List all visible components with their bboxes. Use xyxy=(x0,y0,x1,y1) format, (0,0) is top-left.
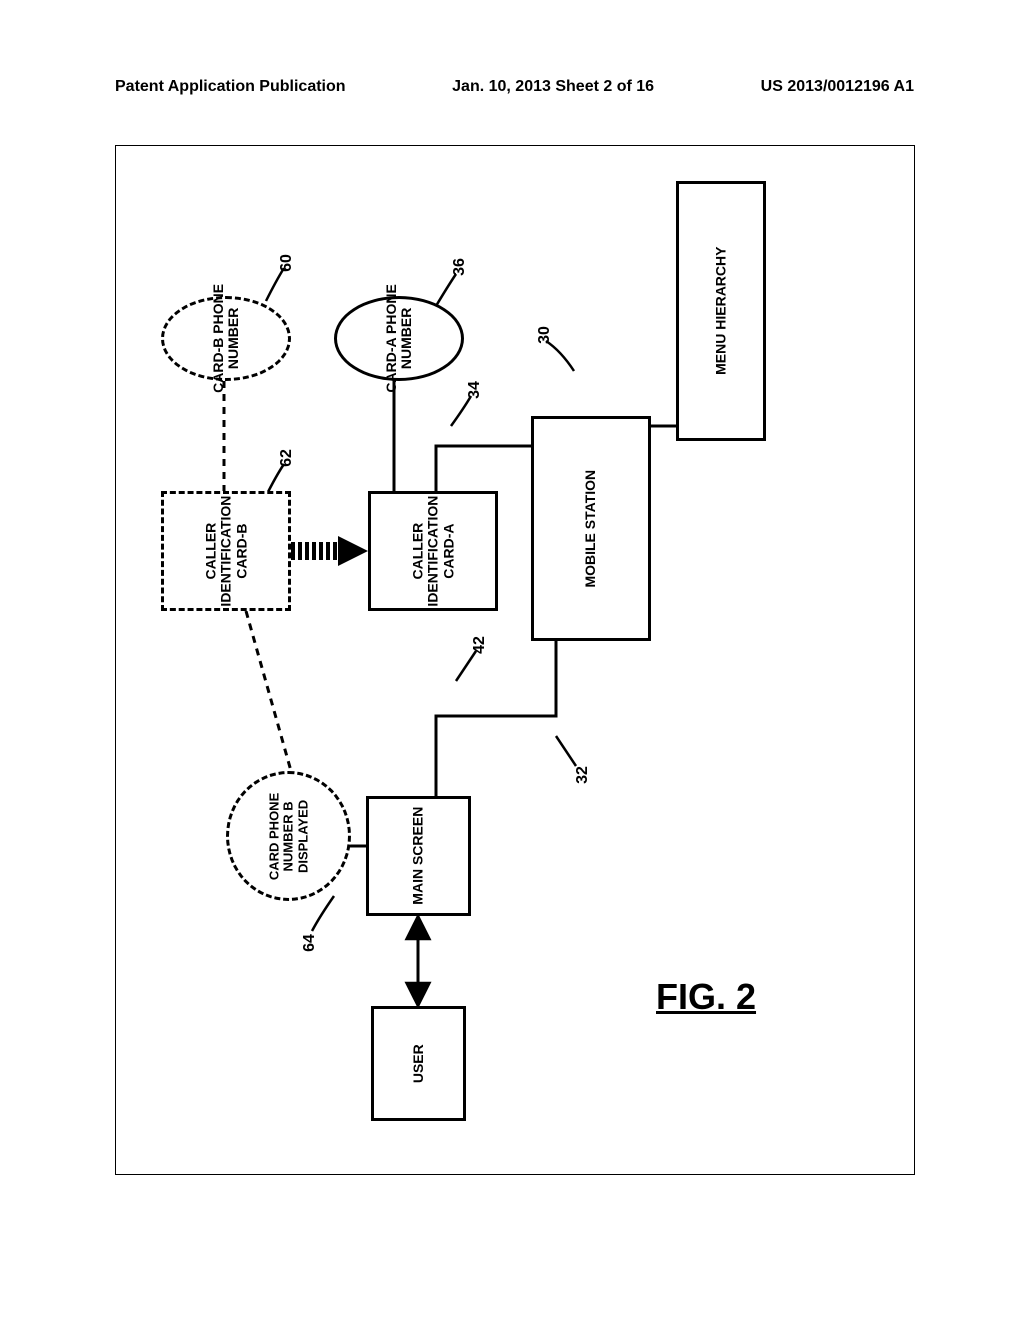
figure-label: FIG. 2 xyxy=(656,976,756,1018)
ref-62: 62 xyxy=(278,449,296,467)
ref-34: 34 xyxy=(466,381,484,399)
card-a-phone-ellipse: CARD-A PHONE NUMBER xyxy=(334,296,464,381)
card-b-phone-l2: NUMBER xyxy=(226,308,241,369)
displayed-l1: CARD PHONE xyxy=(267,792,281,879)
user-label: USER xyxy=(411,1044,426,1083)
caller-id-card-b-box: CALLER IDENTIFICATION CARD-B xyxy=(161,491,291,611)
main-screen-box: MAIN SCREEN xyxy=(366,796,471,916)
ref-32: 32 xyxy=(574,766,592,784)
card-b-phone-l1: CARD-B PHONE xyxy=(211,284,226,393)
caller-id-a-l1: CALLER xyxy=(410,523,425,580)
caller-id-b-l2: IDENTIFICATION xyxy=(218,496,233,607)
user-box: USER xyxy=(371,1006,466,1121)
caller-id-a-l3: CARD-A xyxy=(441,523,456,578)
caller-id-a-l2: IDENTIFICATION xyxy=(425,496,440,607)
displayed-l3: DISPLAYED xyxy=(296,799,310,872)
mobile-station-label: MOBILE STATION xyxy=(583,470,598,588)
caller-id-b-l1: CALLER xyxy=(203,523,218,580)
menu-hierarchy-box: MENU HIERARCHY xyxy=(676,181,766,441)
displayed-l2: NUMBER B xyxy=(281,801,295,871)
header-right: US 2013/0012196 A1 xyxy=(761,78,914,96)
card-a-phone-l1: CARD-A PHONE xyxy=(384,284,399,392)
header-left: Patent Application Publication xyxy=(115,78,346,96)
ref-36: 36 xyxy=(451,258,469,276)
caller-id-b-l3: CARD-B xyxy=(234,523,249,578)
ref-64: 64 xyxy=(301,934,319,952)
main-screen-label: MAIN SCREEN xyxy=(411,807,426,905)
card-a-phone-l2: NUMBER xyxy=(399,308,414,369)
page-header: Patent Application Publication Jan. 10, … xyxy=(0,78,1024,96)
mobile-station-box: MOBILE STATION xyxy=(531,416,651,641)
header-center: Jan. 10, 2013 Sheet 2 of 16 xyxy=(452,78,654,96)
menu-hierarchy-label: MENU HIERARCHY xyxy=(713,247,728,375)
diagram-frame: MENU HIERARCHY MOBILE STATION CARD-A PHO… xyxy=(115,145,915,1175)
card-b-phone-ellipse: CARD-B PHONE NUMBER xyxy=(161,296,291,381)
ref-42: 42 xyxy=(471,636,489,654)
caller-id-card-a-box: CALLER IDENTIFICATION CARD-A xyxy=(368,491,498,611)
ref-60: 60 xyxy=(278,254,296,272)
ref-30: 30 xyxy=(536,326,554,344)
displayed-ellipse: CARD PHONE NUMBER B DISPLAYED xyxy=(226,771,351,901)
